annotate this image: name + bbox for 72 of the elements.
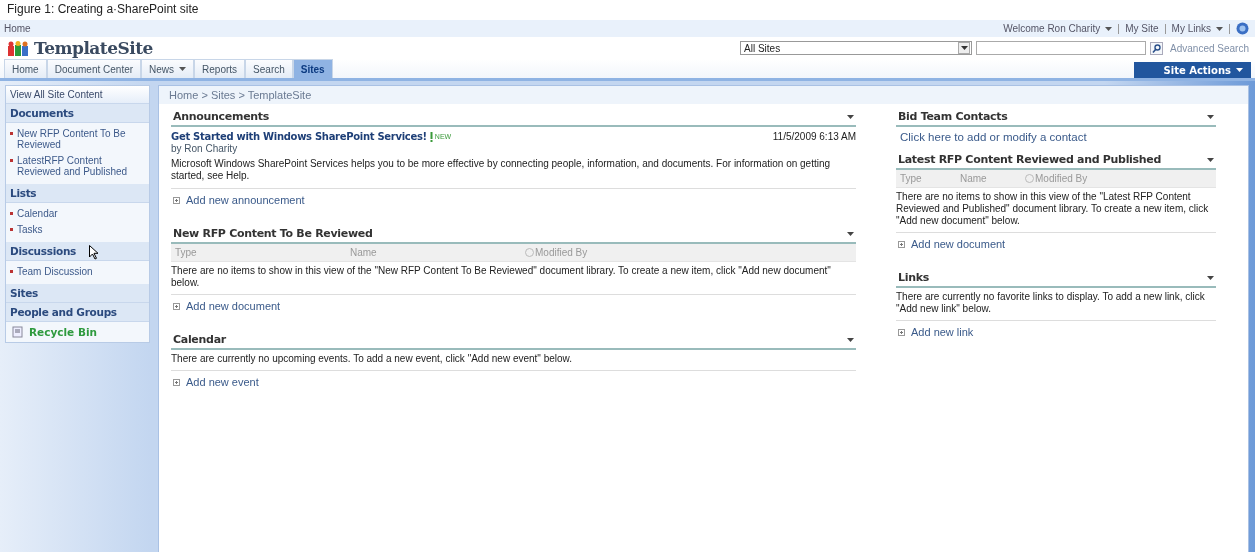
nav-heading[interactable]: Documents [6, 104, 149, 123]
add-new-link[interactable]: Add new document [911, 238, 1006, 250]
empty-message: There are currently no upcoming events. To add a new event, click "Add new event" below. [171, 350, 856, 371]
web-part-title: Announcements [173, 110, 270, 123]
circle-icon [1025, 174, 1034, 183]
web-part-title: New RFP Content To Be Reviewed [173, 227, 373, 240]
caret-icon [1207, 114, 1214, 119]
nav-tab[interactable]: Document Center [46, 59, 142, 78]
empty-message: There are currently no favorite links to display. To add a new link, click "Add new link" below. [896, 288, 1216, 321]
search-scope-dropdown[interactable]: All Sites [740, 41, 973, 55]
figure-caption: Figure 1: Creating a·SharePoint site [7, 2, 199, 16]
welcome-menu[interactable]: Welcome Ron Charity [1003, 23, 1113, 34]
nav-heading[interactable]: Sites [6, 284, 149, 303]
web-part-title: Calendar [173, 333, 226, 346]
search-field[interactable] [976, 41, 1147, 55]
nav-tab[interactable]: Sites [292, 59, 333, 78]
add-icon [173, 378, 180, 386]
search-icon[interactable] [1150, 41, 1164, 55]
add-new-link[interactable]: Add new link [911, 326, 974, 338]
caret-icon [1216, 27, 1223, 32]
circle-icon [525, 248, 534, 257]
mouse-pointer-icon [89, 245, 99, 260]
announcement-title-link[interactable]: Get Started with Windows SharePoint Services! [171, 131, 427, 142]
add-contact-link[interactable]: Click here to add or modify a contact [896, 127, 1216, 143]
nav-heading[interactable]: Discussions [6, 242, 149, 261]
caret-icon [1207, 157, 1214, 162]
nav-link[interactable]: New RFP Content To Be Reviewed [17, 128, 145, 150]
nav-link[interactable]: Team Discussion [17, 266, 93, 277]
nav-link[interactable]: Tasks [17, 224, 43, 235]
caret-icon [179, 67, 187, 71]
caret-icon [847, 231, 854, 236]
recycle-bin-icon [12, 326, 23, 338]
nav-tab[interactable]: Search [245, 59, 293, 78]
caret-icon [960, 46, 968, 50]
nav-heading[interactable]: People and Groups [6, 303, 149, 322]
my-site-link[interactable]: My Site [1125, 23, 1159, 34]
site-title: TemplateSite [34, 38, 153, 58]
nav-link[interactable]: LatestRFP Content Reviewed and Published [17, 155, 145, 177]
caret-icon [1236, 68, 1243, 72]
nav-tab[interactable]: Reports [194, 59, 246, 78]
empty-message: There are no items to show in this view of the "New RFP Content To Be Reviewed" document library. To create a new item, click "Add new document" below. [171, 262, 856, 295]
add-new-link[interactable]: Add new announcement [186, 194, 305, 206]
advanced-search-link[interactable]: Advanced Search [1170, 42, 1249, 54]
empty-message: There are no items to show in this view of the "Latest RFP Content Reviewed and Published" document library. To create a new item, click "Add new document" below. [896, 188, 1216, 233]
nav-tab[interactable]: Home [4, 59, 47, 78]
nav-link[interactable]: Calendar [17, 208, 58, 219]
caret-icon [847, 114, 854, 119]
caret-icon [1207, 275, 1214, 280]
web-part-title: Links [898, 271, 929, 284]
announcement-date: 11/5/2009 6:13 AM [772, 131, 856, 142]
add-new-link[interactable]: Add new event [186, 376, 259, 388]
my-links-menu[interactable]: My Links [1171, 23, 1223, 34]
help-icon[interactable] [1236, 22, 1249, 35]
add-new-link[interactable]: Add new document [186, 300, 281, 312]
site-actions-button[interactable]: Site Actions [1133, 62, 1251, 78]
home-link[interactable]: Home [4, 23, 31, 34]
nav-heading[interactable]: Lists [6, 184, 149, 203]
add-icon [898, 328, 905, 336]
author-link[interactable]: by Ron Charity [171, 143, 856, 154]
view-all-site-content-link[interactable]: View All Site Content [6, 86, 149, 104]
add-icon [898, 240, 905, 248]
add-icon [173, 196, 180, 204]
nav-tab[interactable]: News [141, 59, 195, 78]
caret-icon [1105, 27, 1113, 32]
announcement-body: Microsoft Windows SharePoint Services helps you to be more effective by connecting people, information, and documents. For information on getting started, see Help. [171, 155, 856, 189]
people-logo-icon [8, 40, 28, 56]
web-part-title: Bid Team Contacts [898, 110, 1008, 123]
exclamation-icon [429, 131, 433, 142]
add-icon [173, 302, 180, 310]
web-part-title: Latest RFP Content Reviewed and Published [898, 153, 1162, 166]
caret-icon [847, 337, 854, 342]
breadcrumb[interactable]: Home > Sites > TemplateSite [169, 89, 312, 101]
